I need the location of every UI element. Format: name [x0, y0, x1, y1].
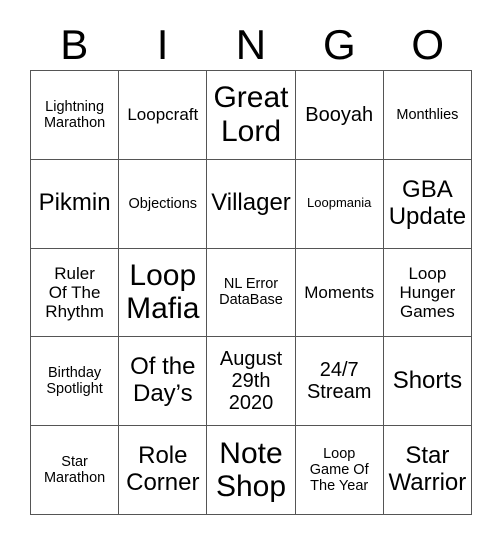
- bingo-cell-o4[interactable]: Shorts: [383, 337, 472, 427]
- bingo-cell-i1[interactable]: Loopcraft: [119, 71, 208, 160]
- bingo-cell-label: 24/7 Stream: [306, 358, 372, 404]
- bingo-cell-n4[interactable]: August 29th 2020: [207, 337, 296, 427]
- bingo-cell-n2[interactable]: Villager: [207, 159, 296, 249]
- bingo-cell-label: Loopmania: [307, 195, 372, 211]
- bingo-cell-label: Loopcraft: [127, 105, 199, 125]
- bingo-cell-b2[interactable]: Pikmin: [31, 159, 120, 249]
- bingo-cell-i5[interactable]: Role Corner: [119, 426, 208, 515]
- bingo-card: B I N G O Lightning Marathon Loopcraft G…: [0, 0, 500, 544]
- bingo-cell-label: Objections: [128, 195, 198, 212]
- bingo-header-row: B I N G O: [30, 20, 472, 70]
- bingo-cell-b5[interactable]: Star Marathon: [31, 426, 120, 515]
- bingo-cell-label: Booyah: [305, 103, 374, 126]
- bingo-cell-label: Note Shop: [215, 436, 287, 504]
- bingo-cell-g1[interactable]: Booyah: [295, 71, 384, 160]
- bingo-cell-n5[interactable]: Note Shop: [207, 426, 296, 515]
- bingo-cell-g3[interactable]: Moments: [295, 248, 384, 338]
- bingo-cell-label: Ruler Of The Rhythm: [45, 263, 104, 321]
- bingo-cell-o1[interactable]: Monthlies: [383, 71, 472, 160]
- bingo-header-letter-b: B: [60, 21, 89, 68]
- bingo-cell-label: GBA Update: [388, 175, 467, 230]
- bingo-cell-label: Star Warrior: [388, 442, 467, 497]
- bingo-cell-b4[interactable]: Birthday Spotlight: [31, 337, 120, 427]
- bingo-cell-label: Role Corner: [126, 442, 200, 497]
- bingo-cell-g2[interactable]: Loopmania: [295, 159, 384, 249]
- bingo-header-letter-n: N: [235, 21, 267, 68]
- bingo-cell-label: Lightning Marathon: [43, 98, 106, 131]
- bingo-cell-n1[interactable]: Great Lord: [207, 71, 296, 160]
- bingo-cell-label: Of the Day’s: [130, 353, 196, 408]
- bingo-header-letter-i: I: [156, 21, 169, 68]
- bingo-cell-i4[interactable]: Of the Day’s: [119, 337, 208, 427]
- bingo-cell-label: Great Lord: [213, 81, 289, 148]
- bingo-cell-b3[interactable]: Ruler Of The Rhythm: [31, 248, 120, 338]
- bingo-cell-o2[interactable]: GBA Update: [383, 159, 472, 249]
- bingo-cell-b1[interactable]: Lightning Marathon: [31, 71, 120, 160]
- bingo-cell-i3[interactable]: Loop Mafia: [119, 248, 208, 338]
- bingo-cell-label: Shorts: [392, 366, 463, 394]
- bingo-cell-label: Loop Mafia: [126, 258, 200, 326]
- bingo-cell-n3[interactable]: NL Error DataBase: [207, 248, 296, 338]
- bingo-cell-g5[interactable]: Loop Game Of The Year: [295, 426, 384, 515]
- bingo-cell-label: Star Marathon: [43, 453, 106, 487]
- bingo-header-letter-o: O: [411, 21, 445, 68]
- bingo-cell-label: Villager: [211, 189, 291, 217]
- bingo-cell-label: Pikmin: [38, 189, 111, 217]
- bingo-cell-label: NL Error DataBase: [219, 276, 283, 309]
- bingo-header-letter-g: G: [323, 21, 356, 68]
- bingo-cell-label: Monthlies: [396, 106, 459, 123]
- bingo-cell-o5[interactable]: Star Warrior: [383, 426, 472, 515]
- bingo-cell-o3[interactable]: Loop Hunger Games: [383, 248, 472, 338]
- bingo-cell-label: Loop Game Of The Year: [309, 445, 369, 495]
- bingo-cell-label: Loop Hunger Games: [399, 263, 456, 321]
- bingo-cell-g4[interactable]: 24/7 Stream: [295, 337, 384, 427]
- bingo-grid: Lightning Marathon Loopcraft Great Lord …: [30, 70, 472, 515]
- bingo-cell-label: August 29th 2020: [219, 347, 283, 415]
- bingo-cell-label: Moments: [304, 282, 375, 302]
- bingo-cell-label: Birthday Spotlight: [46, 365, 103, 398]
- bingo-cell-i2[interactable]: Objections: [119, 159, 208, 249]
